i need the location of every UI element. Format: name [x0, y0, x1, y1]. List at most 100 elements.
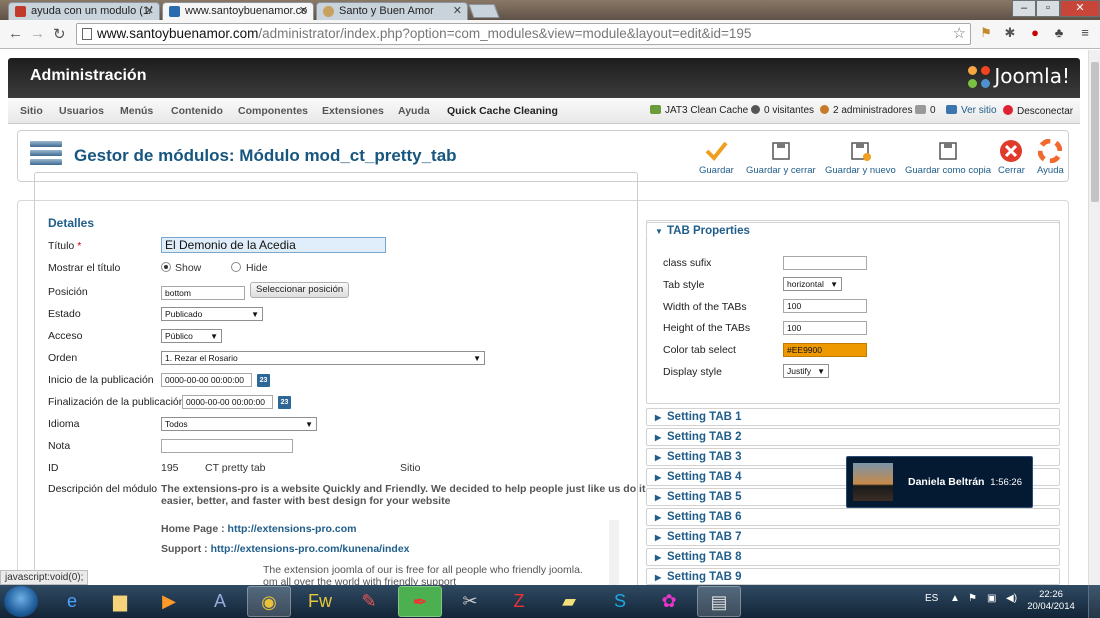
back-arrow-icon[interactable]: ← — [8, 25, 23, 42]
setting-tab-7-header[interactable]: ▶ Setting TAB 7 — [646, 528, 1060, 546]
tab-height-input[interactable]: 100 — [783, 321, 867, 335]
tab-santoybuenamor-admin[interactable]: www.santoybuenamor.co ✕ — [162, 2, 314, 20]
logout-link[interactable]: Desconectar — [1003, 105, 1073, 117]
skype-icon[interactable]: S — [598, 586, 642, 617]
publish-down-input[interactable]: 0000-00-00 00:00:00 — [182, 395, 273, 409]
power-icon — [1003, 105, 1013, 115]
app-tools-icon[interactable]: ✂ — [448, 586, 492, 617]
color-tab-input[interactable]: #EE9900 — [783, 343, 867, 357]
menu-sitio[interactable]: Sitio — [20, 105, 43, 117]
display-style-select[interactable]: Justify ▼ — [783, 364, 829, 378]
app-brush-icon[interactable]: ✎ — [347, 586, 391, 617]
minimize-button[interactable]: – — [1012, 0, 1036, 17]
status-clean-cache[interactable]: JAT3 Clean Cache — [650, 105, 748, 116]
menu-ayuda[interactable]: Ayuda — [398, 105, 430, 117]
note-input[interactable] — [161, 439, 293, 453]
calendar-icon[interactable]: 23 — [278, 396, 291, 409]
close-tab-icon[interactable]: ✕ — [299, 3, 308, 19]
tray-network-icon[interactable]: ▣ — [987, 593, 996, 604]
filezilla-icon[interactable]: Z — [497, 586, 541, 617]
start-button[interactable] — [4, 586, 38, 617]
tray-flag-icon[interactable]: ⚑ — [968, 593, 977, 604]
app-pen-icon[interactable]: ✒ — [398, 586, 442, 617]
description-scrollbar[interactable] — [609, 520, 619, 590]
menu-menus[interactable]: Menús — [120, 105, 153, 117]
menu-extensiones[interactable]: Extensiones — [322, 105, 384, 117]
support-link[interactable]: http://extensions-pro.com/kunena/index — [211, 543, 410, 555]
collapsed-triangle-icon: ▶ — [655, 433, 662, 442]
tray-expand-icon[interactable]: ▲ — [950, 593, 960, 604]
taskbar-clock[interactable]: 22:26 20/04/2014 — [1025, 589, 1077, 613]
language-indicator[interactable]: ES — [925, 593, 938, 604]
extension-icon[interactable]: ⚑ — [979, 26, 993, 40]
extension-gear-icon[interactable]: ✱ — [1003, 26, 1017, 40]
forward-arrow-icon[interactable]: → — [30, 25, 45, 42]
app-a-icon[interactable]: A — [198, 586, 242, 617]
puzzle-extension-icon[interactable]: ♣ — [1052, 26, 1066, 40]
show-radio[interactable] — [161, 262, 171, 272]
help-button[interactable]: Ayuda — [1037, 138, 1064, 176]
show-desktop-button[interactable] — [1088, 585, 1100, 618]
close-window-button[interactable]: ✕ — [1060, 0, 1100, 17]
calendar-icon[interactable]: 23 — [257, 374, 270, 387]
menu-componentes[interactable]: Componentes — [238, 105, 308, 117]
close-button[interactable]: Cerrar — [998, 139, 1025, 176]
tab-style-select[interactable]: horizontal ▼ — [783, 277, 842, 291]
publish-up-input[interactable]: 0000-00-00 00:00:00 — [161, 373, 252, 387]
save-copy-button[interactable]: Guardar como copia — [905, 139, 991, 176]
access-select[interactable]: Público ▼ — [161, 329, 222, 343]
maximize-button[interactable]: ▫ — [1036, 0, 1060, 17]
class-sufix-input[interactable] — [783, 256, 867, 270]
chat-notification[interactable]: Daniela Beltrán 1:56:26 — [846, 456, 1033, 508]
page-scrollbar[interactable] — [1088, 50, 1100, 585]
tab-strip: ayuda con un modulo (1/ ✕ www.santoybuen… — [0, 0, 1100, 20]
view-site-link[interactable]: Ver sitio — [946, 105, 997, 116]
new-tab-button[interactable] — [468, 4, 500, 18]
bookmark-star-icon[interactable]: ☆ — [953, 24, 966, 44]
state-select[interactable]: Publicado ▼ — [161, 307, 263, 321]
folder-icon[interactable]: ▰ — [547, 586, 591, 617]
address-bar[interactable]: www.santoybuenamor.com/administrator/ind… — [76, 23, 971, 45]
ie-icon[interactable]: e — [50, 586, 94, 617]
menu-usuarios[interactable]: Usuarios — [59, 105, 104, 117]
fireworks-icon[interactable]: Fw — [298, 586, 342, 617]
title-input[interactable]: El Demonio de la Acedia — [161, 237, 386, 253]
save-new-button[interactable]: Guardar y nuevo — [825, 139, 896, 176]
menu-contenido[interactable]: Contenido — [171, 105, 223, 117]
picasa-icon[interactable]: ✿ — [647, 586, 691, 617]
order-select[interactable]: 1. Rezar el Rosario ▼ — [161, 351, 485, 365]
close-tab-icon[interactable]: ✕ — [453, 3, 462, 19]
collapsed-triangle-icon: ▶ — [655, 513, 662, 522]
status-messages[interactable]: 0 — [915, 105, 936, 116]
explorer-folder-icon[interactable]: ▆ — [98, 586, 142, 617]
save-close-button[interactable]: Guardar y cerrar — [746, 139, 816, 176]
close-tab-icon[interactable]: ✕ — [145, 3, 154, 19]
tab-santo-y-buen-amor[interactable]: Santo y Buen Amor ✕ — [316, 2, 468, 20]
save-button[interactable]: Guardar — [699, 139, 734, 176]
select-position-button[interactable]: Seleccionar posición — [250, 282, 350, 298]
tab-width-input[interactable]: 100 — [783, 299, 867, 313]
menu-icon[interactable]: ≡ — [1078, 26, 1092, 40]
reload-icon[interactable]: ↻ — [53, 25, 66, 43]
description-line-1: The extensions-pro is a website Quickly … — [161, 483, 646, 495]
tab-ayuda[interactable]: ayuda con un modulo (1/ ✕ — [8, 2, 160, 20]
setting-tab-1-header[interactable]: ▶ Setting TAB 1 — [646, 408, 1060, 426]
setting-tab-8-header[interactable]: ▶ Setting TAB 8 — [646, 548, 1060, 566]
homepage-link[interactable]: http://extensions-pro.com — [228, 523, 357, 535]
chrome-icon[interactable]: ◉ — [247, 586, 291, 617]
scrollbar-thumb[interactable] — [1091, 62, 1099, 202]
setting-tab-9-header[interactable]: ▶ Setting TAB 9 — [646, 568, 1060, 585]
setting-tab-6-header[interactable]: ▶ Setting TAB 6 — [646, 508, 1060, 526]
notepad-icon[interactable]: ▤ — [697, 586, 741, 617]
collapsed-triangle-icon: ▶ — [655, 413, 662, 422]
tray-volume-icon[interactable]: ◀) — [1006, 593, 1017, 604]
media-player-icon[interactable]: ▶ — [147, 586, 191, 617]
opera-extension-icon[interactable]: ● — [1028, 26, 1042, 40]
monitor-icon — [946, 105, 957, 114]
menu-quick-cache[interactable]: Quick Cache Cleaning — [447, 105, 558, 117]
setting-tab-2-header[interactable]: ▶ Setting TAB 2 — [646, 428, 1060, 446]
hide-radio[interactable] — [231, 262, 241, 272]
dropdown-arrow-icon: ▼ — [251, 310, 259, 319]
language-select[interactable]: Todos ▼ — [161, 417, 317, 431]
position-input[interactable]: bottom — [161, 286, 245, 300]
